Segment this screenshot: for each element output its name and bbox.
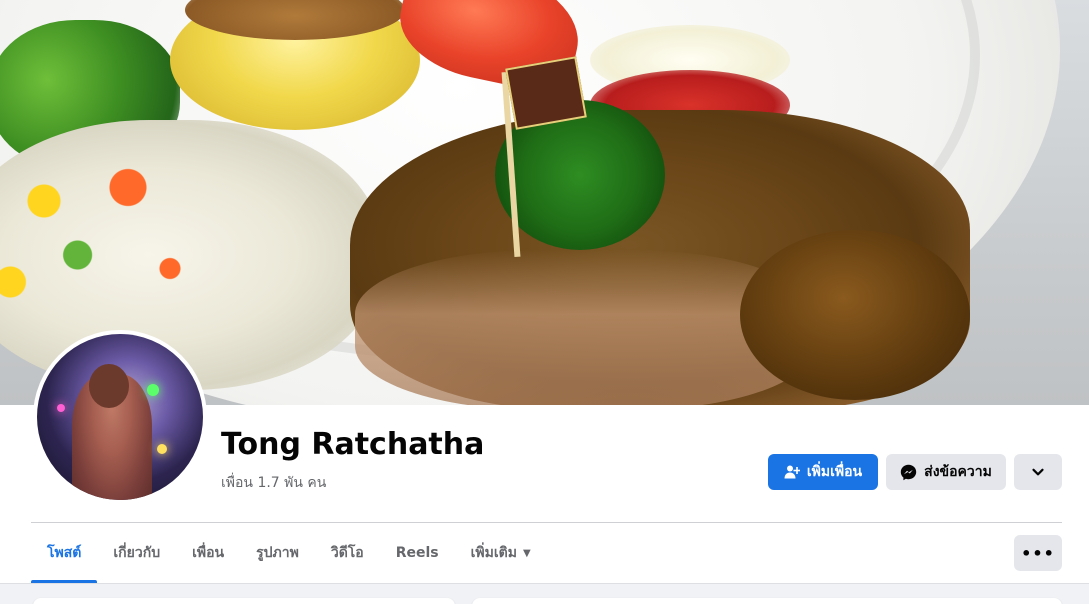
avatar-light	[157, 444, 167, 454]
cover-flag	[505, 56, 587, 130]
avatar-photo	[37, 334, 203, 500]
cover-gravy	[740, 230, 970, 400]
profile-name: Tong Ratchatha	[221, 427, 485, 462]
add-person-icon	[784, 464, 800, 480]
avatar[interactable]	[33, 330, 207, 504]
tab-label: เกี่ยวกับ	[113, 545, 161, 561]
avatar-light	[57, 404, 65, 412]
more-options-button[interactable]: •••	[1014, 535, 1062, 571]
tab-label: รูปภาพ	[256, 545, 299, 561]
ellipsis-icon: •••	[1021, 543, 1055, 563]
tab-label: เพิ่มเติม	[470, 545, 517, 561]
messenger-icon	[900, 464, 917, 481]
tab-reels[interactable]: Reels	[380, 523, 455, 583]
cover-coleslaw	[0, 120, 380, 390]
add-friend-label: เพิ่มเพื่อน	[806, 464, 863, 480]
avatar-light	[147, 384, 159, 396]
tab-about[interactable]: เกี่ยวกับ	[97, 523, 176, 583]
tab-more[interactable]: เพิ่มเติม ▼	[455, 523, 547, 583]
friends-count[interactable]: เพื่อน 1.7 พัน คน	[221, 472, 326, 494]
tab-friends[interactable]: เพื่อน	[176, 523, 240, 583]
add-friend-button[interactable]: เพิ่มเพื่อน	[768, 454, 878, 490]
posts-card	[472, 598, 1062, 604]
avatar-head	[89, 364, 129, 408]
chevron-down-icon	[1031, 465, 1045, 479]
tab-videos[interactable]: วิดีโอ	[315, 523, 380, 583]
tab-label: วิดีโอ	[330, 545, 364, 561]
tab-label: โพสต์	[47, 545, 82, 561]
tab-label: Reels	[395, 545, 439, 561]
message-button[interactable]: ส่งข้อความ	[886, 454, 1006, 490]
header-bottom-border	[0, 583, 1089, 584]
profile-tabs: โพสต์ เกี่ยวกับ เพื่อน รูปภาพ วิดีโอ Ree…	[31, 523, 547, 583]
tab-photos[interactable]: รูปภาพ	[240, 523, 315, 583]
caret-down-icon: ▼	[522, 547, 531, 559]
tab-label: เพื่อน	[192, 545, 225, 561]
message-label: ส่งข้อความ	[924, 464, 992, 480]
intro-card	[33, 598, 455, 604]
profile-page: Tong Ratchatha เพื่อน 1.7 พัน คน เพิ่มเพ…	[0, 0, 1089, 604]
profile-options-dropdown[interactable]	[1014, 454, 1062, 490]
tab-posts[interactable]: โพสต์	[31, 523, 98, 583]
